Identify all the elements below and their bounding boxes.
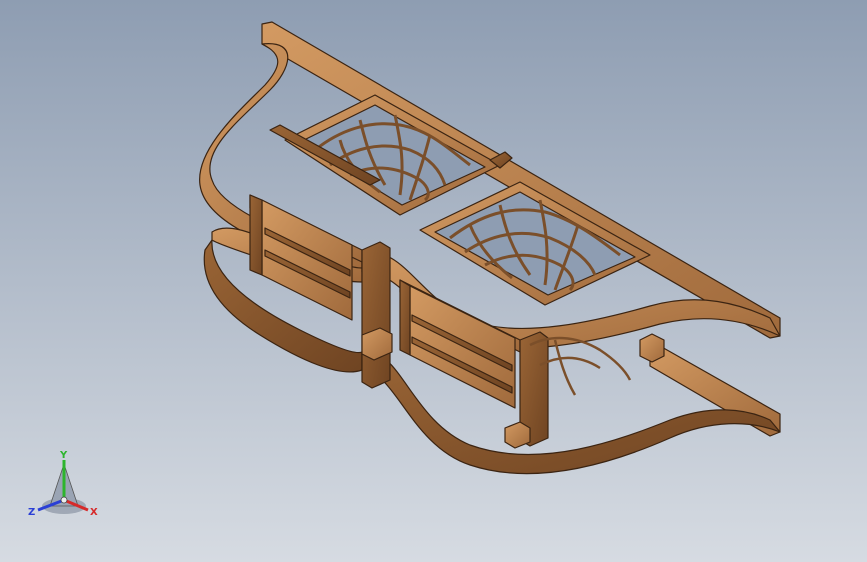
center-post bbox=[361, 241, 391, 389]
model-canvas[interactable] bbox=[0, 0, 867, 562]
left-seat-box-side bbox=[249, 194, 263, 276]
reference-triad: Y X Z bbox=[22, 446, 106, 526]
triad-svg: Y X Z bbox=[28, 450, 98, 518]
viewport-background bbox=[0, 0, 867, 562]
connector-block-3 bbox=[504, 421, 531, 449]
triad-origin bbox=[60, 496, 68, 504]
y-axis-label: Y bbox=[59, 450, 68, 461]
x-axis-label: X bbox=[90, 507, 98, 518]
right-seat-box-side bbox=[399, 279, 411, 356]
connector-block-2 bbox=[639, 333, 665, 363]
z-axis-label: Z bbox=[28, 507, 35, 518]
graphics-viewport[interactable]: Y X Z bbox=[0, 0, 867, 562]
